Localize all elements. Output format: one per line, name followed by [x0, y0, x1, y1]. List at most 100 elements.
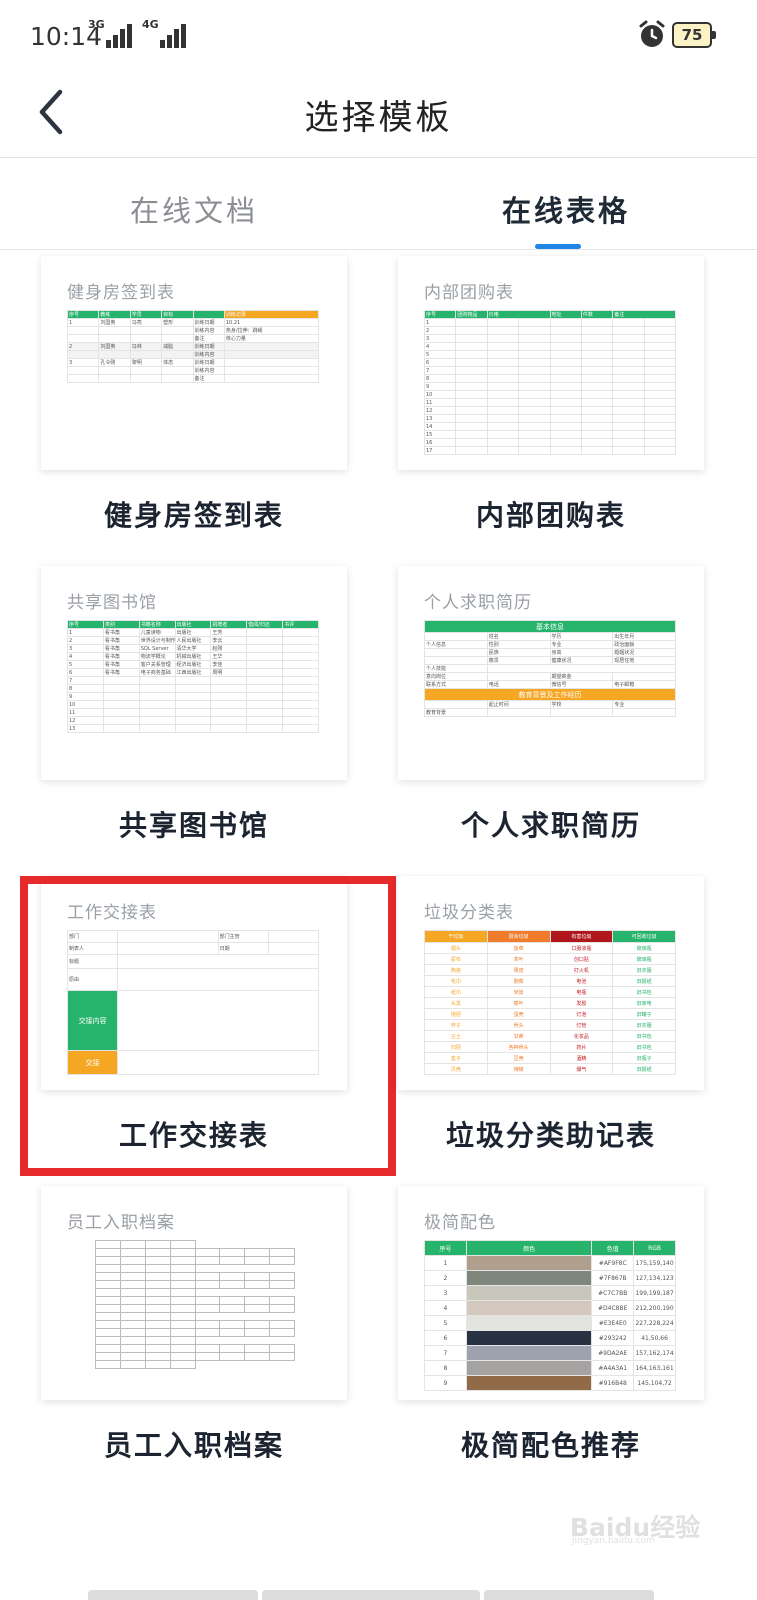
- color-swatch: [465, 1345, 593, 1361]
- preview-row: 烟头 饭菜 口服液瓶 玻璃瓶: [424, 942, 676, 954]
- preview-row: 3: [424, 334, 676, 343]
- signal-icon-2: 4G: [142, 18, 190, 48]
- color-row: 8 #A4A3A1 164,163,161: [424, 1360, 676, 1376]
- alarm-icon: [639, 20, 665, 47]
- preview-sheet: 干垃圾 厨余垃圾 有害垃圾 可回收垃圾 烟头 饭菜 口服液瓶 玻璃瓶 尿布 茶叶 创口贴 玻璃瓶 陶瓷果…: [424, 930, 676, 1075]
- preview-row: 14: [424, 422, 676, 431]
- preview-row: 16: [424, 438, 676, 447]
- signal-icon: 3G: [88, 18, 136, 48]
- preview-title: 个人求职简历: [424, 593, 532, 613]
- bottom-bar-segment: [262, 1590, 480, 1600]
- preview-row: 1: [424, 318, 676, 327]
- bottom-bar-segment: [88, 1590, 258, 1600]
- preview-row: 扫把 各种骨头 药片 旧书包: [424, 1041, 676, 1053]
- color-row: 9 #916B48 145,104,72: [424, 1375, 676, 1391]
- preview-sheet: [95, 1240, 295, 1369]
- color-swatch: [465, 1375, 593, 1391]
- color-row: 6 #293242 41,50,66: [424, 1330, 676, 1346]
- preview-row: 11: [67, 708, 319, 717]
- color-row: 4 #D4C8BE 212,200,190: [424, 1300, 676, 1316]
- preview-sheet: 序号 团购物品 价格 地址 件数 备注 1 2 3 4 5 6 7 8 9 10 11 12 13 14 15 16 17: [424, 310, 676, 455]
- preview-row: 盒子 豆壳 酒精 旧瓶子: [424, 1052, 676, 1064]
- preview-title: 极简配色: [424, 1213, 496, 1233]
- template-label-colors[interactable]: 极简配色推荐: [398, 1424, 704, 1464]
- preview-sheet: 序号 教练 学员 目标 训练记录 1 刘国英 马亮 塑形 训练日期 10.21 训练内容 热身/拉…: [67, 310, 319, 383]
- template-label-resume[interactable]: 个人求职简历: [398, 804, 704, 844]
- battery-icon: 75: [672, 22, 716, 48]
- preview-row: 头发 菜叶 发胶 旧家电: [424, 997, 676, 1009]
- preview-row: 10: [424, 390, 676, 399]
- preview-row: 17: [424, 446, 676, 455]
- preview-row: 3 看书角 SQL Server 清华大学 赵刚: [67, 644, 319, 653]
- preview-row: 5: [424, 350, 676, 359]
- selection-highlight: [20, 876, 396, 1176]
- template-card-colors[interactable]: 极简配色 序号 颜色 色值 RGB 1 #AF9F8C 175,159,140 2 #7F867…: [398, 1186, 704, 1400]
- template-card-garbage[interactable]: 垃圾分类表 干垃圾 厨余垃圾 有害垃圾 可回收垃圾 烟头 饭菜 口服液瓶 玻璃瓶 尿布 茶叶 创口贴…: [398, 876, 704, 1090]
- preview-title: 健身房签到表: [67, 283, 175, 303]
- color-swatch: [465, 1330, 593, 1346]
- template-card-library[interactable]: 共享图书馆 序号 类别 书籍名称 出版社 捐赠者 借阅/归还 书评 1 看书角 儿童读物 出版社 王芳…: [41, 566, 347, 780]
- preview-row: 10: [67, 700, 319, 709]
- color-swatch: [465, 1270, 593, 1286]
- preview-row: 2 看书角 世界设计与制作 人民出版社 李云: [67, 636, 319, 645]
- color-swatch: [465, 1255, 593, 1271]
- color-swatch: [465, 1285, 593, 1301]
- tab-online-sheets[interactable]: 在线表格: [502, 188, 630, 230]
- preview-sheet: 序号 颜色 色值 RGB 1 #AF9F8C 175,159,140 2 #7F867B 127,…: [424, 1240, 676, 1391]
- template-card-staff[interactable]: 员工入职档案: [41, 1186, 347, 1400]
- preview-row: 6: [424, 358, 676, 367]
- template-label-gym[interactable]: 健身房签到表: [41, 494, 347, 534]
- template-card-resume[interactable]: 个人求职简历 基本信息 姓名 学历 出生年月 个人信息 性别 专业 政治面貌 民族 身高 婚姻…: [398, 566, 704, 780]
- preview-row: 贝壳 辣椒 爆气 旧报纸: [424, 1063, 676, 1075]
- page-title: 选择模板: [304, 98, 453, 138]
- preview-row: 13: [424, 414, 676, 423]
- preview-sheet: 序号 类别 书籍名称 出版社 捐赠者 借阅/归还 书评 1 看书角 儿童读物 出版社 王芳 2 看书角 世界…: [67, 620, 319, 733]
- preview-row: 15: [424, 430, 676, 439]
- template-label-garbage[interactable]: 垃圾分类助记表: [398, 1114, 704, 1154]
- preview-row: 4 看书角 物流学概论 机械出版社 王华: [67, 652, 319, 661]
- preview-row: 11: [424, 398, 676, 407]
- status-bar: 10:14 3G 4G 75: [0, 0, 757, 72]
- color-row: 5 #E3E4E0 227,228,224: [424, 1315, 676, 1331]
- color-row: 7 #9DA2AE 157,162,174: [424, 1345, 676, 1361]
- baidu-watermark: Baidu经验 jingyan.baidu.com: [570, 1513, 701, 1546]
- color-row: 3 #C7C7BB 199,199,187: [424, 1285, 676, 1301]
- template-card-group-buy[interactable]: 内部团购表 序号 团购物品 价格 地址 件数 备注 1 2 3 4 5 6 7 8 9 10 11 12 13 14…: [398, 256, 704, 470]
- preview-row: 7: [67, 676, 319, 685]
- template-label-group-buy[interactable]: 内部团购表: [398, 494, 704, 534]
- preview-title: 内部团购表: [424, 283, 514, 303]
- preview-header-row: 序号 教练 学员 目标 训练记录: [67, 310, 319, 319]
- preview-row: 4: [424, 342, 676, 351]
- preview-row: 9: [424, 382, 676, 391]
- preview-row: 陶瓷 果皮 打火机 旧衣服: [424, 964, 676, 976]
- tab-online-docs[interactable]: 在线文档: [130, 188, 258, 230]
- preview-row: 杯子 骨头 灯管 旧衣服: [424, 1019, 676, 1031]
- template-card-gym[interactable]: 健身房签到表 序号 教练 学员 目标 训练记录 1 刘国英 马亮 塑形 训练日期 10.21 训…: [41, 256, 347, 470]
- color-swatch: [465, 1315, 593, 1331]
- preview-title: 垃圾分类表: [424, 903, 514, 923]
- preview-row: 毛巾 剩菜 电池 旧报纸: [424, 975, 676, 987]
- preview-row: 6 看书角 电子商务基础 江西出版社 周明: [67, 668, 319, 677]
- preview-row: 尘土 甘蔗 化妆品 旧书包: [424, 1030, 676, 1042]
- preview-row: 尿布 茶叶 创口贴 玻璃瓶: [424, 953, 676, 965]
- tab-bar: 在线文档 在线表格: [0, 158, 757, 250]
- preview-title: 员工入职档案: [67, 1213, 175, 1233]
- preview-row: 5 看书角 客户关系管理 经济出版社 李佳: [67, 660, 319, 669]
- app-header: 选择模板: [0, 72, 757, 158]
- template-label-staff[interactable]: 员工入职档案: [41, 1424, 347, 1464]
- color-swatch: [465, 1360, 593, 1376]
- preview-row: 8: [67, 684, 319, 693]
- bottom-bar-segment: [484, 1590, 654, 1600]
- template-label-library[interactable]: 共享图书馆: [41, 804, 347, 844]
- preview-row: 拖把 蛋壳 灯泡 旧罐子: [424, 1008, 676, 1020]
- preview-row: 7: [424, 366, 676, 375]
- color-swatch: [465, 1300, 593, 1316]
- preview-row: 2: [424, 326, 676, 335]
- preview-row: 8: [424, 374, 676, 383]
- preview-row: 13: [67, 724, 319, 733]
- preview-row: 12: [424, 406, 676, 415]
- preview-title: 共享图书馆: [67, 593, 157, 613]
- preview-row: 纸巾 米饭 电瓶 旧书包: [424, 986, 676, 998]
- preview-row: 1 看书角 儿童读物 出版社 王芳: [67, 628, 319, 637]
- preview-row: 12: [67, 716, 319, 725]
